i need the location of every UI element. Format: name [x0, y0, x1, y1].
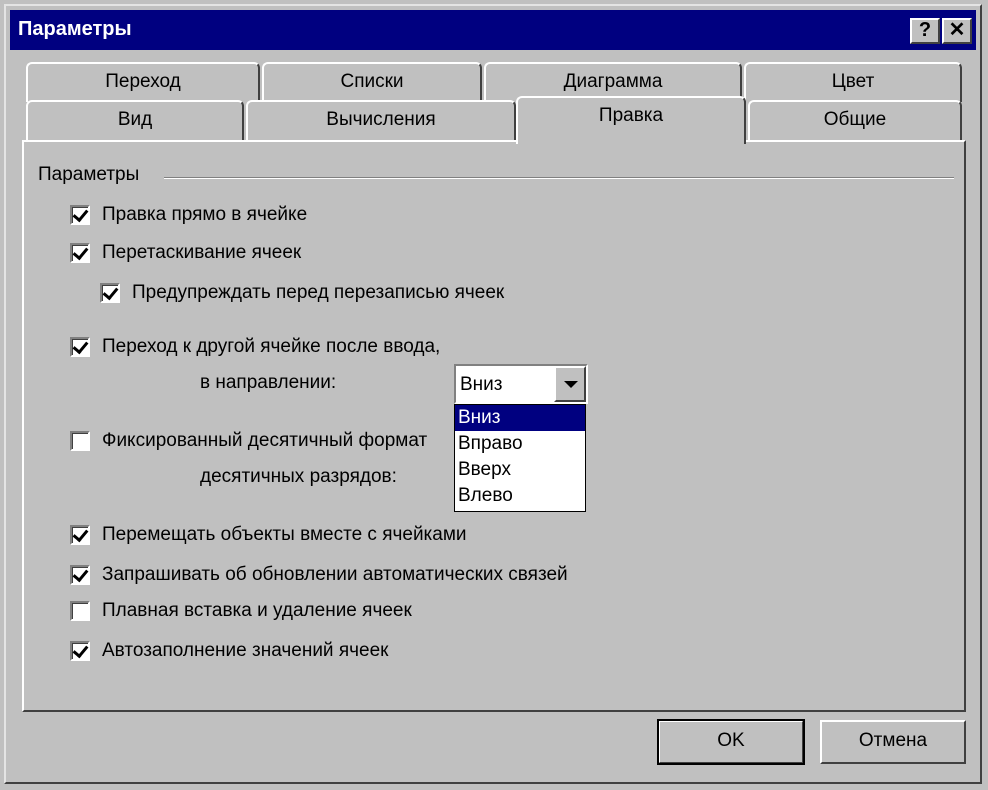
title-bar[interactable]: Параметры ? ✕ [10, 10, 976, 50]
direction-combo[interactable]: Вниз [454, 364, 588, 404]
direction-label: в направлении: [200, 372, 337, 393]
checkbox-row-move-after-enter[interactable]: Переход к другой ячейке после ввода, [70, 334, 440, 360]
group-label: Параметры [38, 164, 146, 186]
tab-pravka[interactable]: Правка [516, 96, 746, 144]
tab-cvet[interactable]: Цвет [744, 62, 962, 102]
tab-obshchie[interactable]: Общие [748, 100, 962, 140]
help-button[interactable]: ? [910, 18, 940, 44]
cancel-button[interactable]: Отмена [820, 720, 966, 764]
dropdown-option[interactable]: Влево [455, 483, 585, 509]
group-separator [164, 177, 954, 179]
autocomplete-checkbox[interactable] [70, 641, 90, 661]
move-after-enter-checkbox[interactable] [70, 337, 90, 357]
direction-dropdown-list[interactable]: Вниз Вправо Вверх Влево [454, 404, 586, 512]
fixed-decimal-checkbox[interactable] [70, 431, 90, 451]
decimal-places-label: десятичных разрядов: [200, 466, 397, 487]
direction-combo-value: Вниз [460, 374, 503, 395]
animate-insert-checkbox[interactable] [70, 601, 90, 621]
tab-panel-pravka: Параметры Правка прямо в ячейке Перетаск… [22, 140, 966, 712]
edit-in-cell-checkbox[interactable] [70, 205, 90, 225]
checkbox-row-edit-in-cell[interactable]: Правка прямо в ячейке [70, 202, 307, 228]
chevron-down-icon[interactable] [554, 366, 586, 402]
tab-perehod[interactable]: Переход [26, 62, 260, 102]
autocomplete-label: Автозаполнение значений ячеек [102, 640, 389, 661]
drag-cells-checkbox[interactable] [70, 243, 90, 263]
checkbox-row-autocomplete[interactable]: Автозаполнение значений ячеек [70, 638, 388, 664]
checkbox-row-ask-update-links[interactable]: Запрашивать об обновлении автоматических… [70, 562, 568, 588]
drag-cells-label: Перетаскивание ячеек [102, 242, 302, 263]
warn-overwrite-checkbox[interactable] [100, 283, 120, 303]
dropdown-option[interactable]: Вверх [455, 457, 585, 483]
dialog-title: Параметры [18, 18, 132, 40]
dropdown-option[interactable]: Вправо [455, 431, 585, 457]
ask-update-links-label: Запрашивать об обновлении автоматических… [102, 564, 568, 585]
animate-insert-label: Плавная вставка и удаление ячеек [102, 600, 412, 621]
checkbox-row-cut-copy-objects[interactable]: Перемещать объекты вместе с ячейками [70, 522, 467, 548]
close-button[interactable]: ✕ [942, 18, 972, 44]
dropdown-option[interactable]: Вниз [455, 405, 585, 431]
fixed-decimal-label: Фиксированный десятичный формат [102, 430, 428, 451]
checkbox-row-warn-overwrite[interactable]: Предупреждать перед перезаписью ячеек [100, 280, 504, 306]
tab-vid[interactable]: Вид [26, 100, 244, 140]
checkbox-row-fixed-decimal[interactable]: Фиксированный десятичный формат [70, 428, 427, 454]
checkbox-row-animate-insert[interactable]: Плавная вставка и удаление ячеек [70, 598, 412, 624]
move-after-enter-label: Переход к другой ячейке после ввода, [102, 336, 441, 357]
cut-copy-objects-checkbox[interactable] [70, 525, 90, 545]
tab-vychisleniya[interactable]: Вычисления [246, 100, 516, 140]
ask-update-links-checkbox[interactable] [70, 565, 90, 585]
warn-overwrite-label: Предупреждать перед перезаписью ячеек [132, 282, 505, 303]
cut-copy-objects-label: Перемещать объекты вместе с ячейками [102, 524, 467, 545]
checkbox-row-drag-cells[interactable]: Перетаскивание ячеек [70, 240, 301, 266]
edit-in-cell-label: Правка прямо в ячейке [102, 204, 308, 225]
ok-button[interactable]: OK [657, 719, 805, 765]
tab-spiski[interactable]: Списки [262, 62, 482, 102]
